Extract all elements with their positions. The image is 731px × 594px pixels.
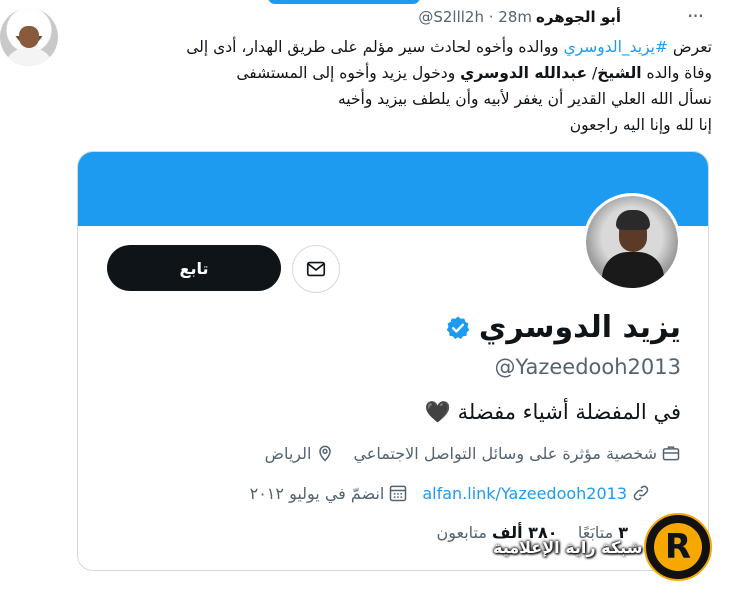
author-avatar[interactable] [0,8,58,66]
tweet-line-3: نسأل الله العلي القدير أن يغفر لأبيه وأن… [337,90,712,108]
profile-category: شخصية مؤثرة على وسائل التواصل الاجتماعي [353,443,681,463]
calendar-icon [390,485,407,502]
follow-button[interactable]: تابع [107,245,281,291]
verified-badge-icon [446,316,470,339]
tweet-line-2: وفاة والده الشيخ/ عبدالله الدوسري ودخول … [236,64,712,82]
profile-display-name: يزيد الدوسري [445,310,681,345]
author-handle[interactable]: @S2lll2h · 28m [418,8,532,26]
profile-card[interactable]: تابع يزيد الدوسري @Yazeedooh2013 في المف… [77,151,709,571]
profile-link-item: alfan.link/Yazeedooh2013 [422,483,651,503]
watermark-logo: R [644,513,712,581]
profile-handle: @Yazeedooh2013 [494,355,681,379]
profile-meta-row-2: alfan.link/Yazeedooh2013 انضمّ في يوليو … [250,483,651,503]
profile-location: الرياض [265,443,336,463]
message-button[interactable] [292,245,340,293]
more-icon[interactable]: ··· [687,6,704,26]
new-tweets-pill[interactable] [268,0,420,4]
profile-link[interactable]: alfan.link/Yazeedooh2013 [422,484,627,503]
watermark-text: شبكة راية الإعلامية [493,538,643,557]
link-icon [633,485,649,501]
tweet-line-4: إنا لله وإنا اليه راجعون [569,116,712,134]
mail-icon [306,261,326,277]
tweet-text: تعرض #يزيد_الدوسري ووالده وأخوه لحادث سي… [62,34,712,138]
profile-avatar[interactable] [583,193,681,291]
location-pin-icon [319,445,332,462]
tweet-line-1: تعرض #يزيد_الدوسري ووالده وأخوه لحادث سي… [186,38,712,56]
tweet-header: @S2lll2h · 28m أبو الجوهره [418,8,621,32]
watermark: شبكة راية الإعلامية R [419,510,715,584]
author-name[interactable]: أبو الجوهره [536,8,621,26]
profile-bio: في المفضلة أشياء مفضلة 🖤 [424,400,681,424]
watermark-logo-letter: R [654,523,702,571]
briefcase-icon [662,446,680,461]
tweet-time[interactable]: · 28m [489,8,532,26]
hashtag-link[interactable]: #يزيد_الدوسري [564,38,668,56]
profile-joined: انضمّ في يوليو ٢٠١٢ [250,483,409,503]
profile-meta-row: شخصية مؤثرة على وسائل التواصل الاجتماعي … [265,443,681,463]
